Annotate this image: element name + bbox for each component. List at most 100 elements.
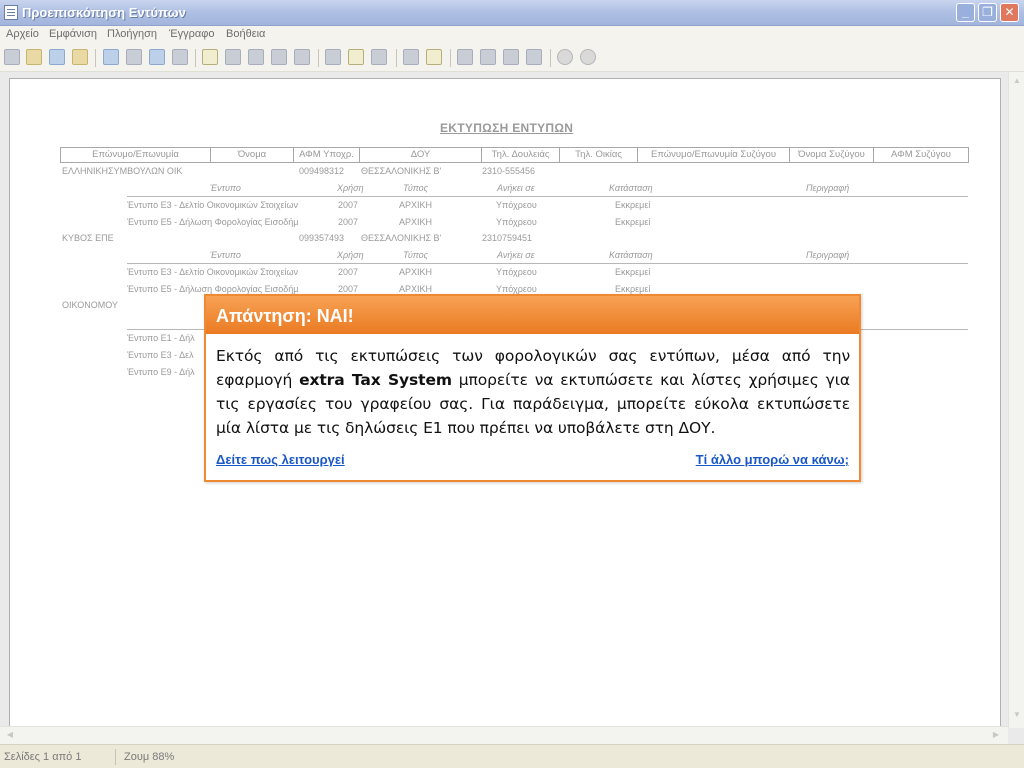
form-belongs: Υπόχρεου [496,284,537,294]
menu-document[interactable]: Έγγραφο [169,28,215,40]
zoom-out-icon[interactable] [271,49,287,65]
how-it-works-link[interactable]: Δείτε πως λειτουργεί [216,452,345,467]
toolbar-separator [195,49,196,67]
window-title: Προεπισκόπηση Εντύπων [22,5,186,20]
sub-header: Περιγραφή [806,250,850,260]
zoom-100-icon[interactable] [371,49,387,65]
form-name: Έντυπο Ε1 - Δήλ [127,333,195,343]
form-belongs: Υπόχρεου [496,267,537,277]
info-popup: Απάντηση: ΝΑΙ! Εκτός από τις εκτυπώσεις … [204,294,861,482]
form-name: Έντυπο Ε3 - Δελ [127,350,194,360]
status-bar: Σελίδες 1 από 1 Ζουμ 88% [0,744,1024,768]
column-header: Επώνυμο/Επωνυμία Συζύγου [638,148,790,162]
scroll-up-icon[interactable]: ▲ [1011,76,1023,88]
form-name: Έντυπο Ε3 - Δελτίο Οικονομικών Στοιχείων [127,200,299,210]
form-year: 2007 [338,284,359,294]
next-page-icon[interactable] [503,49,519,65]
column-header: Τηλ. Οικίας [560,148,638,162]
sub-header: Ανήκει σε [497,250,535,260]
sub-header: Έντυπο [210,183,241,193]
comment-icon[interactable] [294,49,310,65]
column-header: ΑΦΜ Υποχρ. [294,148,360,162]
menu-bar: Αρχείο Εμφάνιση Πλοήγηση Έγγραφο Βοήθεια [0,26,1024,44]
menu-file[interactable]: Αρχείο [6,28,39,40]
toolbar-separator [550,49,551,67]
refresh-icon[interactable] [149,49,165,65]
taxpayer-name: ΕΛΛΗΝΙΚΗΣΥΜΒΟΥΛΩΝ ΟΙΚ [62,166,183,176]
scroll-down-icon[interactable]: ▼ [1011,710,1023,722]
sub-header: Κατάσταση [609,183,653,193]
single-page-icon[interactable] [403,49,419,65]
previous-page-icon[interactable] [480,49,496,65]
print-icon[interactable] [4,49,20,65]
form-name: Έντυπο Ε9 - Δήλ [127,367,195,377]
column-header: ΑΦΜ Συζύγου [891,149,951,160]
form-belongs: Υπόχρεου [496,200,537,210]
restore-button[interactable]: ❐ [978,3,997,22]
fit-page-icon[interactable] [325,49,341,65]
fit-width-icon[interactable] [348,49,364,65]
taxpayer-phone: 2310-555456 [482,166,536,176]
export-icon[interactable] [72,49,88,65]
divider [127,263,968,264]
form-name: Έντυπο Ε5 - Δήλωση Φορολογίας Εισοδήμ [127,284,299,294]
menu-help[interactable]: Βοήθεια [226,28,265,40]
form-type: ΑΡΧΙΚΗ [399,200,433,210]
taxpayer-phone: 2310759451 [482,233,533,243]
horizontal-scrollbar[interactable]: ◀ ▶ [0,726,1008,744]
popup-title: Απάντηση: ΝΑΙ! [216,306,354,326]
report-header-row: Επώνυμο/Επωνυμία Όνομα ΑΦΜ Υποχρ. ΔΟΥ Τη… [60,147,969,163]
popup-body: Εκτός από τις εκτυπώσεις των φορολογικών… [216,344,850,440]
taxpayer-name: ΟΙΚΟΝΟΜΟΥ [62,300,118,310]
page-count: Σελίδες 1 από 1 [4,751,82,763]
menu-navigation[interactable]: Πλοήγηση [107,28,157,40]
what-else-link[interactable]: Τί άλλο μπορώ να κάνω; [696,452,849,467]
sub-header: Περιγραφή [806,183,850,193]
taxpayer-doy: ΘΕΣΣΑΛΟΝΙΚΗΣ Β' [361,233,442,243]
multi-page-icon[interactable] [426,49,442,65]
toolbar-separator [318,49,319,67]
close-button[interactable]: ✕ [1000,3,1019,22]
sub-header: Χρήση [337,183,364,193]
zoom-region-icon[interactable] [248,49,264,65]
sub-header: Τύπος [403,250,429,260]
page-setup-icon[interactable] [172,49,188,65]
column-header: Επώνυμο/Επωνυμία [61,148,211,162]
report-title: ΕΚΤΥΠΩΣΗ ΕΝΤΥΠΩΝ [440,121,574,135]
minimize-button[interactable]: _ [956,3,975,22]
column-header: ΔΟΥ [360,148,482,162]
find-icon[interactable] [126,49,142,65]
taxpayer-afm: 099357493 [299,233,345,243]
form-status: Εκκρεμεί [615,200,651,210]
sub-header: Κατάσταση [609,250,653,260]
taxpayer-doy: ΘΕΣΣΑΛΟΝΙΚΗΣ Β' [361,166,442,176]
zoom-in-icon[interactable] [225,49,241,65]
first-page-icon[interactable] [457,49,473,65]
hand-tool-icon[interactable] [202,49,218,65]
scroll-left-icon[interactable]: ◀ [4,730,16,742]
popup-header: Απάντηση: ΝΑΙ! [206,296,859,334]
scroll-right-icon[interactable]: ▶ [990,730,1002,742]
document-icon [4,5,18,20]
column-header: Όνομα [211,148,294,162]
open-folder-icon[interactable] [26,49,42,65]
last-page-icon[interactable] [526,49,542,65]
toolbar-separator [450,49,451,67]
sub-header: Έντυπο [210,250,241,260]
form-year: 2007 [338,267,359,277]
save-icon[interactable] [49,49,65,65]
thumbnails-icon[interactable] [103,49,119,65]
toolbar-separator [95,49,96,67]
vertical-scrollbar[interactable]: ▲ ▼ [1008,72,1024,728]
form-status: Εκκρεμεί [615,284,651,294]
divider [127,196,968,197]
form-status: Εκκρεμεί [615,217,651,227]
form-type: ΑΡΧΙΚΗ [399,284,433,294]
back-icon[interactable] [557,49,573,65]
forward-icon[interactable] [580,49,596,65]
form-type: ΑΡΧΙΚΗ [399,267,433,277]
form-belongs: Υπόχρεου [496,217,537,227]
zoom-level: Ζουμ 88% [124,751,175,763]
form-status: Εκκρεμεί [615,267,651,277]
menu-view[interactable]: Εμφάνιση [49,28,97,40]
